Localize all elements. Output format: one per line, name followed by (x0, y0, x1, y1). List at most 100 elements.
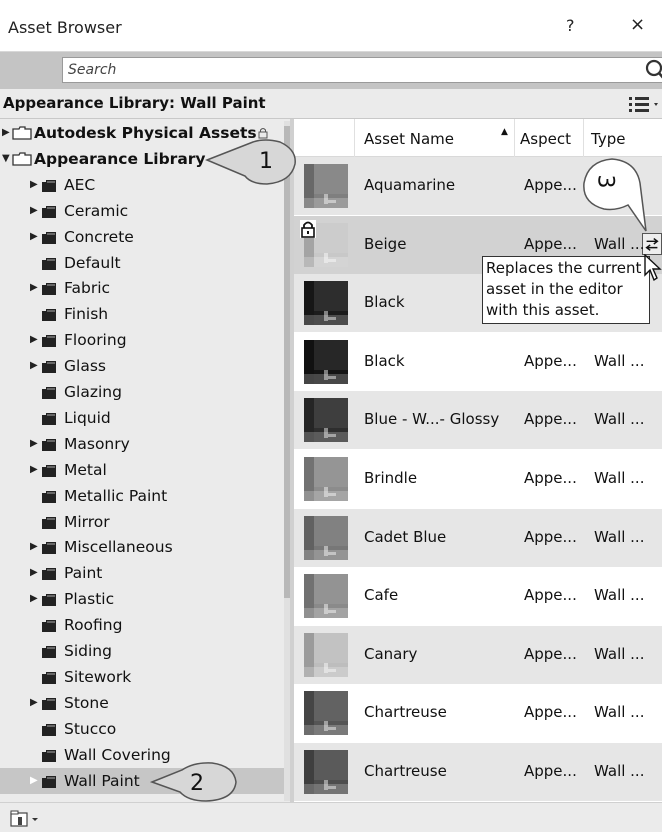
library-options-icon[interactable] (10, 810, 42, 828)
asset-type: Wall ... (594, 410, 645, 429)
tree-item[interactable]: ▶ Plastic (0, 586, 286, 612)
category-folder-icon (42, 749, 56, 762)
asset-row[interactable]: Cadet Blue Appe... Wall ... (294, 508, 662, 567)
tree-item[interactable]: Mirror (0, 509, 286, 535)
asset-type: Wall ... (594, 527, 645, 546)
category-folder-icon (42, 283, 56, 296)
asset-name: Black (364, 293, 405, 312)
category-folder-icon (42, 231, 56, 244)
asset-aspect: Appe... (524, 703, 577, 722)
tree-item[interactable]: Roofing (0, 612, 286, 638)
collapsed-arrow-icon[interactable]: ▶ (30, 353, 40, 379)
category-folder-icon (42, 205, 56, 218)
view-options-icon[interactable] (628, 93, 662, 115)
category-folder-icon (42, 438, 56, 451)
tree-item[interactable]: Default (0, 250, 286, 276)
callout-3 (583, 158, 647, 232)
help-button[interactable]: ? (566, 16, 575, 35)
column-asset-name[interactable]: Asset Name (364, 130, 454, 148)
collapsed-arrow-icon[interactable]: ▶ (30, 172, 40, 198)
collapsed-arrow-icon[interactable]: ▶ (30, 560, 40, 586)
tree-item[interactable]: ▶ Paint (0, 560, 286, 586)
tree-item-label: Finish (64, 305, 109, 324)
search-icon[interactable] (644, 58, 662, 82)
status-bar (0, 802, 662, 832)
tree-item[interactable]: ▶ Concrete (0, 224, 286, 250)
title-bar: Asset Browser ? × (0, 0, 662, 52)
tree-item[interactable]: Glazing (0, 379, 286, 405)
tree-item[interactable]: ▶ Miscellaneous (0, 534, 286, 560)
tree-item-label: Flooring (64, 331, 127, 350)
category-folder-icon (42, 723, 56, 736)
tree-item-label: Mirror (64, 512, 110, 531)
tree-item[interactable]: ▶ Glass (0, 353, 286, 379)
tree-item[interactable]: Finish (0, 301, 286, 327)
callout-number: 3 (592, 174, 618, 189)
asset-name: Cafe (364, 586, 399, 605)
tree-item[interactable]: ▶ Stone (0, 690, 286, 716)
tree-item[interactable]: ▶ Masonry (0, 431, 286, 457)
asset-name: Blue - W...- Glossy (364, 410, 500, 429)
tree-item[interactable]: ▶ Wall Paint (0, 767, 286, 794)
tree-item[interactable]: ▶ Fabric (0, 275, 286, 301)
column-separator (354, 119, 355, 157)
collapsed-arrow-icon[interactable]: ▶ (30, 431, 40, 457)
asset-row[interactable]: Cafe Appe... Wall ... (294, 567, 662, 625)
asset-type: Wall ... (594, 351, 645, 370)
lock-icon (300, 219, 316, 238)
replace-tooltip: Replaces the current asset in the editor… (482, 256, 650, 324)
column-aspect[interactable]: Aspect (520, 130, 571, 148)
collapsed-arrow-icon[interactable]: ▶ (30, 327, 40, 353)
expanded-arrow-icon[interactable]: ▼ (2, 146, 12, 172)
collapsed-arrow-icon[interactable]: ▶ (30, 457, 40, 483)
column-type[interactable]: Type (591, 130, 625, 148)
search-input[interactable]: Search (62, 57, 662, 83)
tree-item-label: Liquid (64, 408, 111, 427)
close-button[interactable]: × (630, 14, 645, 35)
asset-name: Canary (364, 644, 418, 663)
collapsed-arrow-icon[interactable]: ▶ (30, 768, 40, 794)
tree-item-label: Miscellaneous (64, 538, 173, 557)
window-title: Asset Browser (8, 18, 122, 37)
callout-1 (205, 139, 296, 185)
tree-item[interactable]: Metallic Paint (0, 483, 286, 509)
asset-row[interactable]: Chartreuse Appe... Wall ... (294, 743, 662, 801)
asset-thumbnail (304, 398, 348, 443)
library-folder-icon (12, 126, 32, 140)
asset-row[interactable]: Blue - W...- Glossy Appe... Wall ... (294, 391, 662, 450)
asset-row[interactable]: Chartreuse Appe... Wall ... (294, 684, 662, 742)
category-folder-icon (42, 542, 56, 555)
asset-row[interactable]: Black Appe... Wall ... (294, 333, 662, 391)
tree-item[interactable]: Sitework (0, 664, 286, 690)
tree-item[interactable]: ▶ Ceramic (0, 198, 286, 224)
tree-item[interactable]: Wall Covering (0, 742, 286, 768)
asset-row[interactable]: Canary Appe... Wall ... (294, 625, 662, 684)
tooltip-line: asset in the editor (486, 280, 623, 298)
collapsed-arrow-icon[interactable]: ▶ (2, 120, 12, 146)
asset-type: Wall ... (594, 762, 645, 780)
tree-item[interactable]: ▶ Flooring (0, 327, 286, 353)
replace-asset-icon[interactable] (642, 232, 662, 255)
sort-ascending-icon: ▲ (501, 127, 508, 137)
library-folder-icon (12, 152, 32, 166)
asset-aspect: Appe... (524, 644, 577, 663)
collapsed-arrow-icon[interactable]: ▶ (30, 586, 40, 612)
tree-item[interactable]: ▶ Metal (0, 457, 286, 483)
category-folder-icon (42, 361, 56, 374)
callout-number: 2 (190, 771, 204, 796)
collapsed-arrow-icon[interactable]: ▶ (30, 690, 40, 716)
asset-row[interactable]: Brindle Appe... Wall ... (294, 450, 662, 508)
tree-item[interactable]: Siding (0, 638, 286, 664)
collapsed-arrow-icon[interactable]: ▶ (30, 198, 40, 224)
asset-thumbnail (304, 457, 348, 501)
tree-item[interactable]: Stucco (0, 716, 286, 742)
callout-number: 1 (259, 149, 273, 174)
collapsed-arrow-icon[interactable]: ▶ (30, 275, 40, 301)
asset-aspect: Appe... (524, 351, 577, 370)
column-separator (514, 119, 515, 157)
collapsed-arrow-icon[interactable]: ▶ (30, 224, 40, 250)
asset-thumbnail (304, 691, 348, 736)
collapsed-arrow-icon[interactable]: ▶ (30, 534, 40, 560)
tree-item[interactable]: Liquid (0, 405, 286, 431)
tree-item-label: Default (64, 253, 121, 272)
